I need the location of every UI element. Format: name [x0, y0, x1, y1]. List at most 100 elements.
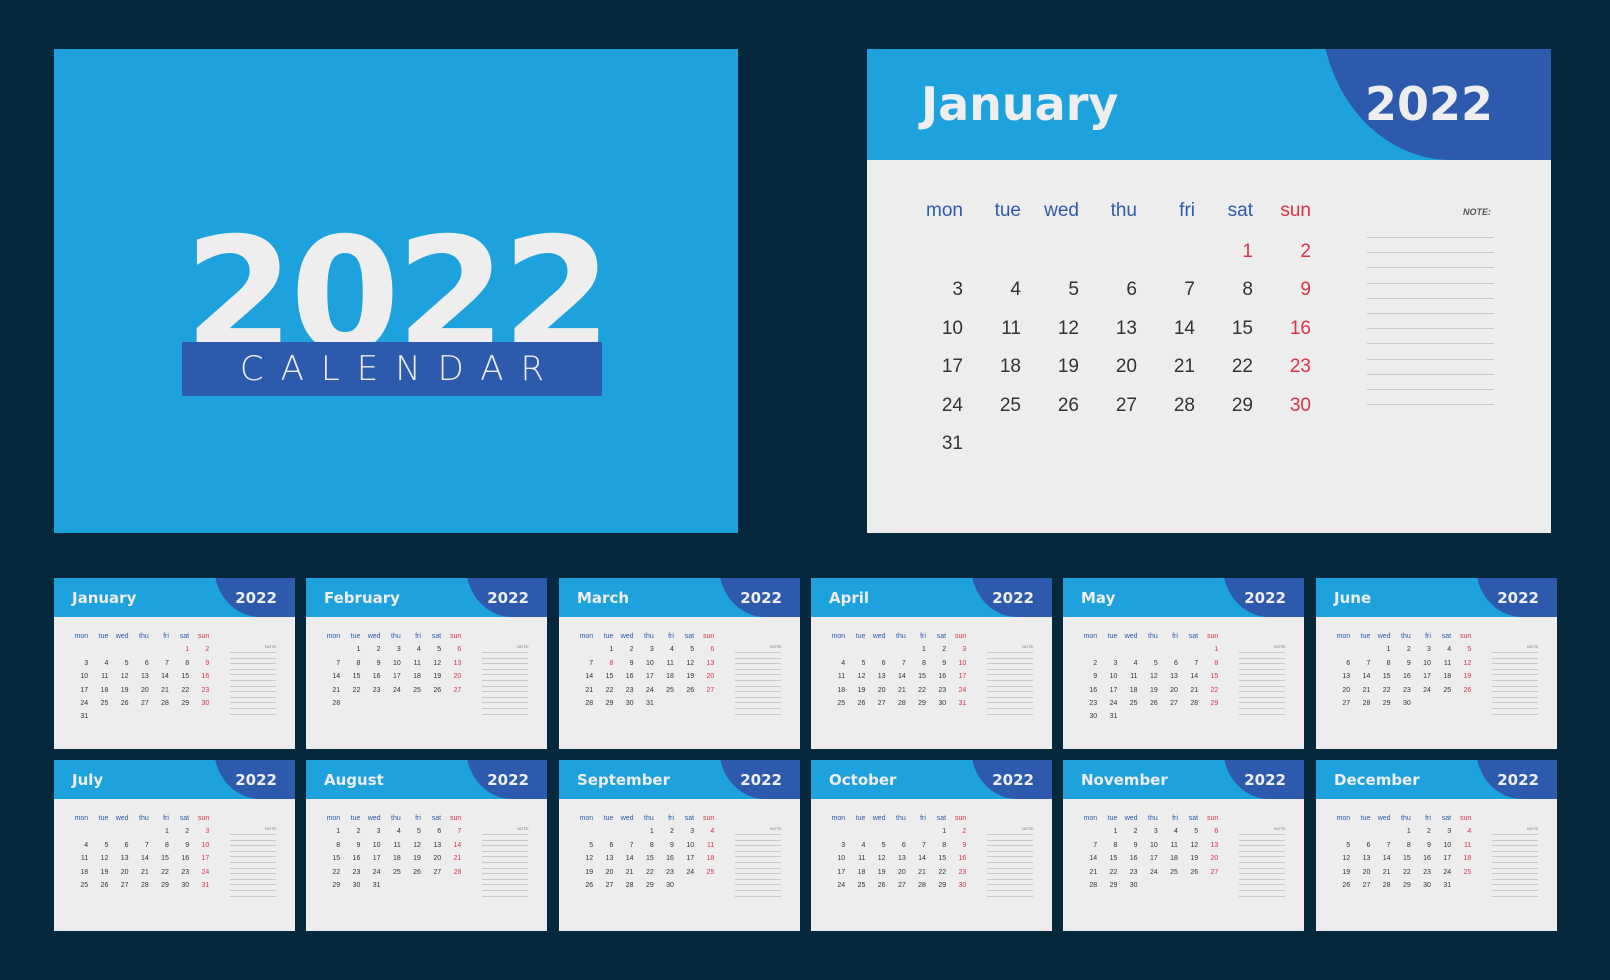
day-cell: 25	[413, 686, 421, 694]
day-cell: 5	[1068, 279, 1079, 300]
note-line	[1239, 839, 1285, 841]
note-line	[1239, 867, 1285, 869]
day-cell: 6	[1126, 279, 1137, 300]
day-cell: 3	[952, 279, 963, 300]
note-line	[987, 674, 1033, 676]
month-title: September	[577, 771, 670, 789]
day-cell: 26	[120, 699, 129, 707]
note-line	[987, 702, 1033, 704]
day-cell: 14	[585, 673, 594, 681]
month-card-june: June 2022 mon tue wed thu fri sat sun 1 2 3 4 5 6 7 8 9 10…	[1316, 578, 1557, 749]
month-card-february: February 2022 mon tue wed thu fri sat sun 1 2 3 4 5 6 7…	[306, 578, 547, 749]
day-cell: 12	[857, 673, 866, 681]
note-line	[1239, 850, 1285, 852]
note-line	[230, 707, 276, 709]
day-cell: 18	[999, 356, 1021, 377]
day-cell: 3	[1113, 659, 1118, 667]
day-cell: 15	[1210, 673, 1219, 681]
day-cell: 6	[124, 841, 129, 849]
note-line	[230, 702, 276, 704]
day-cell: 26	[433, 686, 442, 694]
day-cell: 20	[1362, 868, 1371, 876]
day-cell: 16	[938, 673, 947, 681]
day-cell: 23	[372, 686, 381, 694]
day-cell: 21	[332, 686, 341, 694]
day-cell: 23	[666, 868, 674, 876]
day-cell: 29	[645, 881, 654, 889]
day-cell: 12	[877, 855, 886, 863]
weekday-fri: fri	[163, 633, 169, 640]
weekday-fri: fri	[920, 633, 926, 640]
note-line	[230, 873, 276, 875]
day-cell: 17	[958, 673, 967, 681]
note-line	[1492, 713, 1538, 715]
weekday-thu: thu	[139, 633, 149, 640]
note-line	[987, 873, 1033, 875]
day-cell: 28	[140, 881, 149, 889]
empty-cell	[613, 828, 633, 841]
empty-cell	[1083, 240, 1141, 279]
day-cell: 10	[80, 673, 89, 681]
featured-month-page: January 2022 mon tue wed thu fri sat sun 1 2 3 4 5 6…	[867, 49, 1551, 533]
day-grid: mon tue wed thu fri sat sun 1 2 3 4 5 6 7 8 9 10 11 12 13 14…	[1330, 633, 1472, 713]
day-cell: 28	[625, 881, 634, 889]
day-cell: 30	[1289, 394, 1311, 416]
day-cell: 22	[1402, 868, 1411, 876]
day-cell: 14	[625, 855, 634, 863]
note-line	[230, 845, 276, 847]
month-card-january: January 2022 mon tue wed thu fri sat sun 1 2 3 4 5 6 7 8…	[54, 578, 295, 749]
day-cell: 7	[589, 659, 594, 667]
day-cell: 2	[1133, 828, 1138, 836]
day-cell: 14	[161, 673, 169, 681]
weekday-mon: mon	[1336, 633, 1351, 640]
month-card-may: May 2022 mon tue wed thu fri sat sun 1 2 3 4 5 6 7 8 9 10 1…	[1063, 578, 1304, 749]
weekday-tue: tue	[1360, 815, 1371, 822]
note-line	[987, 668, 1033, 670]
day-cell: 23	[1423, 868, 1431, 876]
note-line	[482, 867, 528, 869]
day-cell: 16	[181, 855, 190, 863]
month-title: April	[829, 589, 870, 607]
note-line	[735, 861, 781, 863]
day-cell: 12	[433, 659, 442, 667]
day-cell: 4	[1010, 279, 1021, 300]
day-cell: 22	[1231, 356, 1253, 377]
day-cell: 2	[962, 828, 967, 836]
month-title: January	[72, 589, 137, 607]
day-cell: 14	[453, 841, 462, 849]
note-line	[482, 691, 528, 693]
month-header: November 2022	[1063, 760, 1304, 799]
note-line	[1239, 878, 1285, 880]
empty-cell	[68, 828, 88, 841]
empty-cell	[108, 646, 128, 659]
note-line	[987, 657, 1033, 659]
day-cell: 26	[857, 699, 866, 707]
day-cell: 21	[1382, 868, 1391, 876]
day-cell: 3	[396, 646, 401, 654]
day-cell: 5	[690, 646, 695, 654]
weekday-sat: sat	[179, 633, 190, 640]
day-cell: 25	[1443, 686, 1452, 694]
note-line	[230, 878, 276, 880]
day-cell: 3	[376, 828, 381, 836]
note-line	[230, 861, 276, 863]
day-cell: 26	[686, 686, 695, 694]
note-line	[1492, 867, 1538, 869]
day-cell: 25	[1170, 868, 1178, 876]
note-line	[987, 889, 1033, 891]
day-cell: 20	[706, 673, 715, 681]
month-card-april: April 2022 mon tue wed thu fri sat sun 1 2 3 4 5 6 7 8 9 1…	[811, 578, 1052, 749]
day-cell: 27	[1342, 699, 1351, 707]
day-cell: 11	[837, 673, 846, 681]
day-cell: 14	[1190, 673, 1199, 681]
note-line	[230, 652, 276, 653]
day-cell: 27	[433, 868, 442, 876]
day-cell: 19	[1190, 855, 1199, 863]
note-label: NOTE:	[770, 644, 783, 649]
day-cell: 7	[1184, 279, 1195, 300]
day-cell: 20	[605, 868, 614, 876]
note-label: NOTE:	[1527, 826, 1540, 831]
empty-cell	[1097, 646, 1117, 659]
day-cell: 19	[686, 673, 695, 681]
day-cell: 29	[181, 699, 190, 707]
